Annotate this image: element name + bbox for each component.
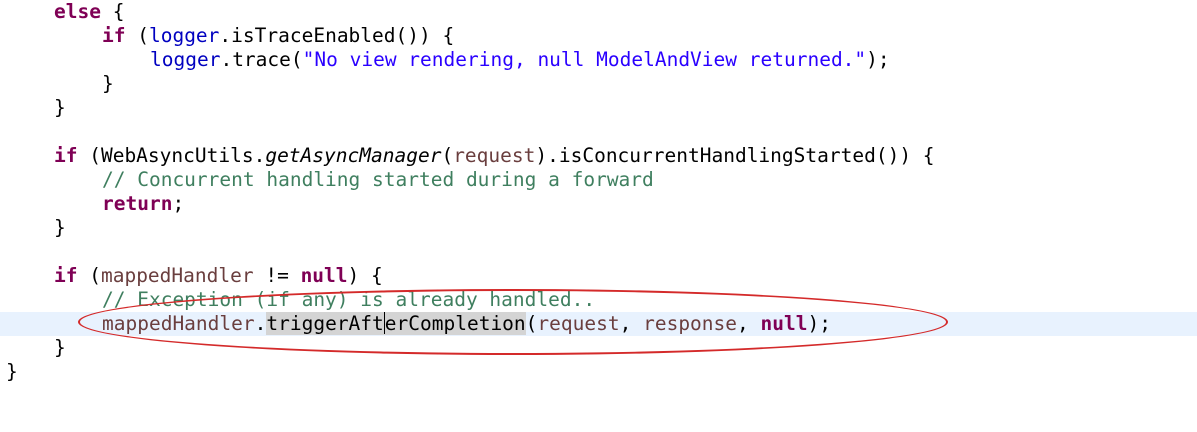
- variable-mapped-handler: mappedHandler: [102, 312, 255, 335]
- code-token: .trace(: [220, 48, 303, 71]
- code-token: !=: [253, 264, 301, 287]
- code-token: (: [525, 312, 538, 335]
- code-line-if-async: if (WebAsyncUtils.getAsyncManager(reques…: [0, 144, 1197, 168]
- code-token: (: [125, 24, 149, 47]
- code-line-trace-call: logger.trace("No view rendering, null Mo…: [0, 48, 1197, 72]
- variable-mapped-handler: mappedHandler: [100, 264, 254, 287]
- variable-request: request: [537, 312, 620, 335]
- brace: }: [54, 216, 66, 239]
- code-line-close-brace: }: [0, 216, 1197, 240]
- field-logger: logger: [148, 24, 220, 47]
- code-line-close-brace: }: [0, 96, 1197, 120]
- variable-response: response: [643, 312, 738, 335]
- brace: {: [100, 0, 125, 23]
- field-logger: logger: [150, 48, 221, 71]
- code-line-close-brace: }: [0, 72, 1197, 96]
- code-line-close-brace: }: [0, 360, 1197, 384]
- code-line-if-handler: if (mappedHandler != null) {: [0, 264, 1197, 288]
- keyword-if: if: [102, 24, 126, 47]
- method-name-part: triggerAft: [266, 312, 384, 335]
- code-token: (WebAsyncUtils.: [77, 144, 266, 167]
- code-editor[interactable]: else { if (logger.isTraceEnabled()) { lo…: [0, 0, 1197, 408]
- comment: // Concurrent handling started during a …: [102, 168, 654, 191]
- code-line-else: else {: [0, 0, 1197, 24]
- code-token: );: [866, 48, 890, 71]
- brace: }: [6, 360, 18, 383]
- code-token: ).isConcurrentHandlingStarted()) {: [535, 144, 935, 167]
- keyword-null: null: [760, 312, 808, 335]
- keyword-if: if: [54, 264, 78, 287]
- code-line-comment: // Concurrent handling started during a …: [0, 168, 1197, 192]
- code-line-return: return;: [0, 192, 1197, 216]
- code-token: (: [441, 144, 454, 167]
- code-token: );: [807, 312, 831, 335]
- keyword-return: return: [102, 192, 173, 215]
- keyword-null: null: [300, 264, 348, 287]
- comment: // Exception (if any) is already handled…: [102, 288, 596, 311]
- code-token: (: [77, 264, 101, 287]
- static-method-call: getAsyncManager: [265, 144, 442, 167]
- string-literal: "No view rendering, null ModelAndView re…: [302, 48, 867, 71]
- variable-request: request: [453, 144, 536, 167]
- keyword-if: if: [54, 144, 78, 167]
- code-token: ,: [619, 312, 644, 335]
- code-token: ,: [737, 312, 761, 335]
- code-line-close-brace: }: [0, 336, 1197, 360]
- code-token: .isTraceEnabled()) {: [219, 24, 455, 47]
- code-line-if-trace: if (logger.isTraceEnabled()) {: [0, 24, 1197, 48]
- brace: }: [102, 72, 114, 95]
- brace: }: [54, 96, 66, 119]
- method-occurrence-highlight[interactable]: triggerAfterCompletion: [266, 312, 526, 335]
- brace: }: [54, 336, 66, 359]
- code-token: ;: [172, 192, 185, 215]
- code-line-current[interactable]: mappedHandler.triggerAfterCompletion(req…: [0, 312, 1197, 336]
- keyword-else: else: [54, 0, 101, 23]
- code-line-comment: // Exception (if any) is already handled…: [0, 288, 1197, 312]
- code-token: .: [254, 312, 267, 335]
- method-name-part: erCompletion: [384, 312, 526, 335]
- code-token: ) {: [347, 264, 383, 287]
